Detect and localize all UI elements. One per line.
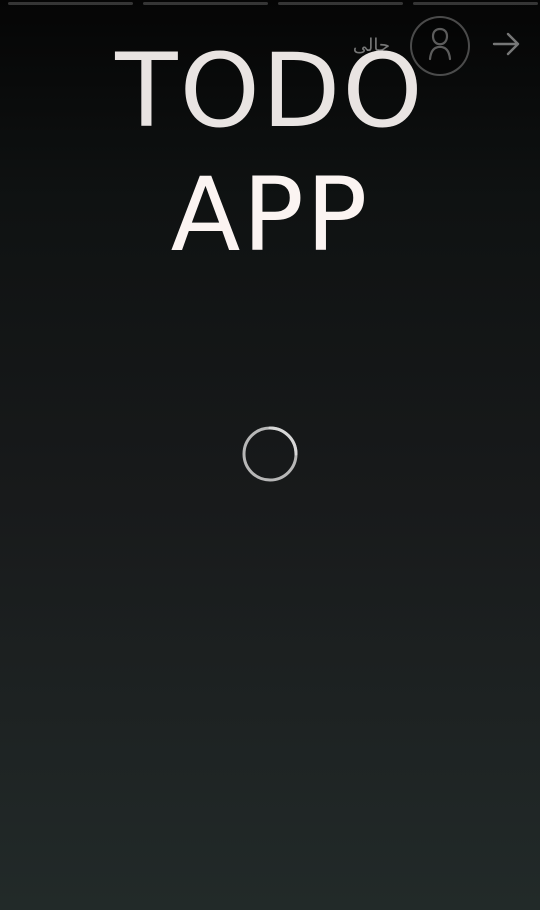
next-story-button[interactable] (490, 29, 524, 63)
progress-segment (143, 2, 268, 5)
story-username[interactable]: حالی (353, 37, 390, 55)
story-header: حالی (353, 16, 524, 76)
person-icon (425, 27, 455, 65)
progress-segment (278, 2, 403, 5)
loading-spinner-icon (241, 425, 299, 483)
story-avatar[interactable] (410, 16, 470, 76)
story-viewer: حالی TODO APP (0, 0, 540, 910)
arrow-right-icon (490, 27, 524, 65)
story-progress (8, 2, 538, 6)
progress-segment (8, 2, 133, 5)
title-line-app: APP (170, 156, 370, 275)
progress-segment (413, 2, 538, 5)
